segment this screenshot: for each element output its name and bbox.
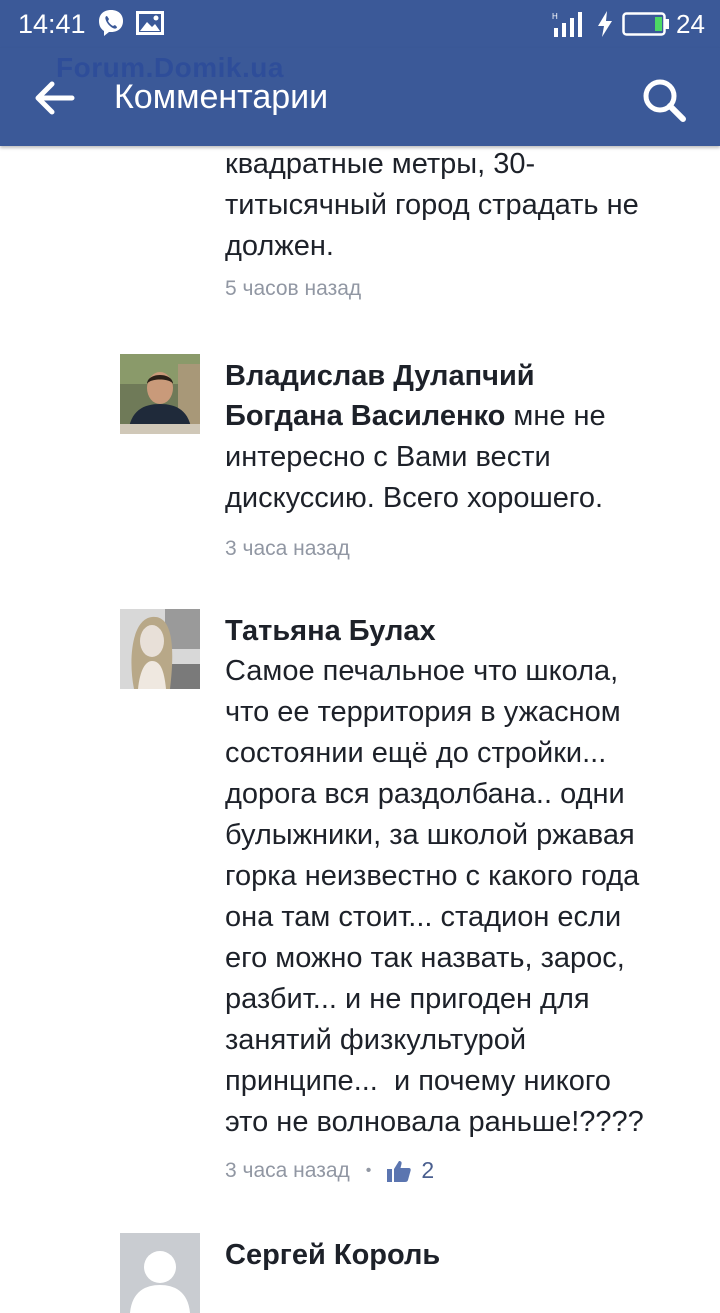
likes-button[interactable]: 2 [387, 1157, 434, 1184]
comment-text: Самое печальное что школа, что ее террит… [225, 655, 644, 1138]
comment-mention[interactable]: Богдана Василенко [225, 400, 505, 432]
page-title: Комментарии [114, 78, 329, 116]
status-bar: 14:41 H 24 [0, 0, 720, 48]
comment-author[interactable]: Владислав Дулапчий [225, 356, 705, 396]
charging-icon [598, 11, 612, 37]
viber-icon [99, 10, 123, 36]
thumbs-up-icon [387, 1160, 412, 1182]
comment-time[interactable]: 3 часа назад [225, 1159, 350, 1183]
avatar[interactable] [120, 354, 200, 434]
like-count: 2 [421, 1157, 435, 1183]
comment-time[interactable]: 3 часа назад [225, 537, 350, 561]
search-icon[interactable] [640, 76, 688, 124]
battery-level: 24 [676, 9, 705, 39]
avatar[interactable] [120, 1233, 200, 1313]
meta-separator: • [365, 1161, 372, 1179]
battery-icon [622, 12, 669, 36]
comment-author[interactable]: Татьяна Булах [225, 611, 705, 651]
status-time: 14:41 [18, 9, 86, 39]
comment-author[interactable]: Сергей Король [225, 1235, 705, 1275]
back-button[interactable] [30, 78, 78, 118]
comment-time[interactable]: 5 часов назад [225, 277, 361, 301]
svg-text:H: H [552, 12, 558, 21]
gallery-icon [136, 11, 164, 35]
signal-icon: H [552, 12, 582, 37]
comment-text: квадратные метры, 30- титысячный город с… [225, 148, 639, 262]
avatar[interactable] [120, 609, 200, 689]
app-bar: Forum.Domik.ua Комментарии [0, 48, 720, 146]
